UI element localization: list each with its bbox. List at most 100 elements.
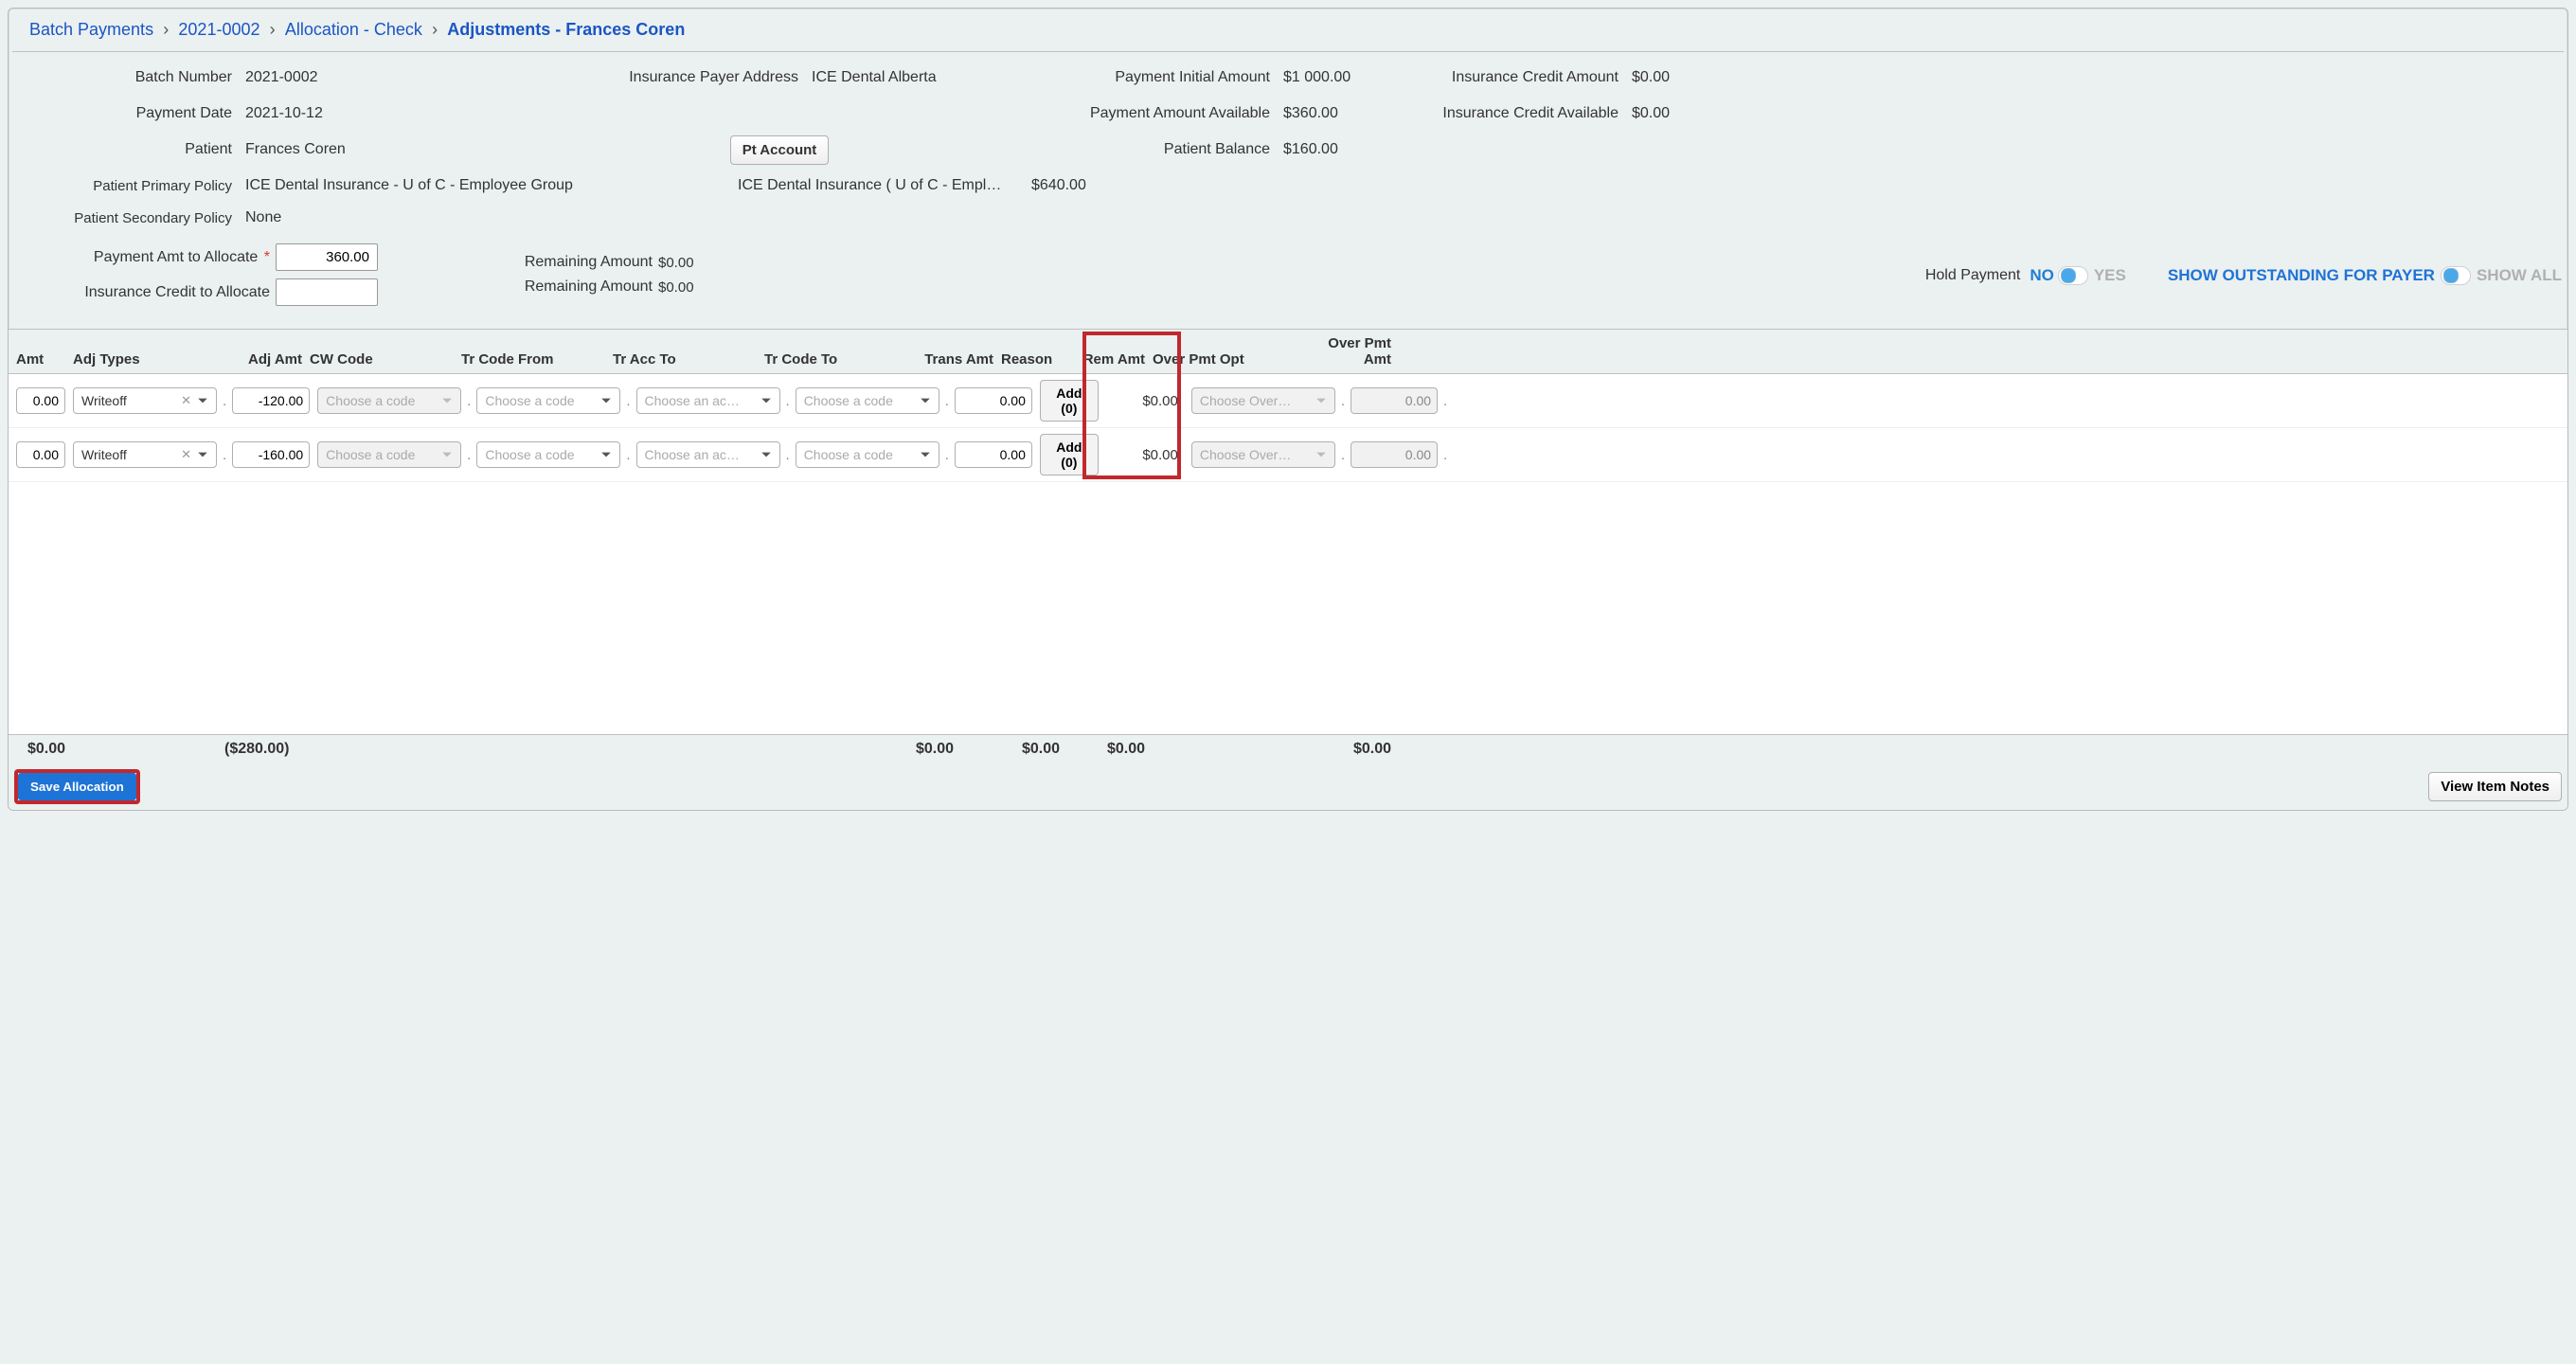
payment-amt-allocate-input[interactable] xyxy=(276,243,378,271)
hold-payment-toggle[interactable]: Hold Payment NO YES xyxy=(1925,266,2130,285)
credit-available-label: Insurance Credit Available xyxy=(1401,105,1632,122)
initial-amount-value: $1 000.00 xyxy=(1283,69,1351,86)
breadcrumb-sep: › xyxy=(163,20,169,39)
credit-available-value: $0.00 xyxy=(1632,105,1670,122)
primary-policy-value: ICE Dental Insurance - U of C - Employee… xyxy=(245,177,719,194)
tr-code-to-select[interactable]: Choose a code xyxy=(796,387,939,414)
policy-block: Patient Primary Policy ICE Dental Insura… xyxy=(9,166,2567,234)
table-row: Writeoff✕.Choose a code.Choose a code.Ch… xyxy=(9,374,2567,428)
adj-amt-input[interactable] xyxy=(232,387,310,414)
col-tr-code-from: Tr Code From xyxy=(457,351,609,368)
tr-code-from-select[interactable]: Choose a code xyxy=(476,441,620,468)
over-pmt-amt-input xyxy=(1351,441,1438,468)
remaining-amount-1-value: $0.00 xyxy=(658,255,694,271)
tr-acc-to-select[interactable]: Choose an ac… xyxy=(636,387,780,414)
adj-type-select[interactable]: Writeoff✕ xyxy=(73,387,217,414)
add-reason-button[interactable]: Add (0) xyxy=(1040,434,1099,476)
over-pmt-opt-select[interactable]: Choose Over… xyxy=(1191,441,1335,468)
trans-amt-input[interactable] xyxy=(955,441,1032,468)
pt-account-button[interactable]: Pt Account xyxy=(730,135,830,165)
amt-input[interactable] xyxy=(16,441,65,468)
payment-amt-allocate-label: Payment Amt to Allocate * xyxy=(14,249,276,266)
breadcrumb: Batch Payments › 2021-0002 › Allocation … xyxy=(12,9,2564,52)
over-pmt-opt-select[interactable]: Choose Over… xyxy=(1191,387,1335,414)
secondary-policy-label: Patient Secondary Policy xyxy=(14,210,245,226)
breadcrumb-allocation[interactable]: Allocation - Check xyxy=(285,20,422,39)
over-pmt-amt-input xyxy=(1351,387,1438,414)
payment-date-label: Payment Date xyxy=(14,105,245,122)
credit-amount-label: Insurance Credit Amount xyxy=(1401,69,1632,86)
total-amt: $0.00 xyxy=(12,741,69,758)
table-row: Writeoff✕.Choose a code.Choose a code.Ch… xyxy=(9,428,2567,482)
col-tr-code-to: Tr Code To xyxy=(760,351,912,368)
hold-no-label: NO xyxy=(2030,266,2054,285)
breadcrumb-batch-payments[interactable]: Batch Payments xyxy=(29,20,153,39)
payment-date-value: 2021-10-12 xyxy=(245,105,323,122)
patient-balance-value: $160.00 xyxy=(1283,141,1338,158)
show-all-label: SHOW ALL xyxy=(2477,266,2562,285)
total-rem-amt: $0.00 xyxy=(1064,741,1149,758)
ice-policy-value: $640.00 xyxy=(1031,177,1086,194)
cw-code-select[interactable]: Choose a code xyxy=(317,387,461,414)
col-reason: Reason xyxy=(997,351,1064,368)
rem-amt-value: $0.00 xyxy=(1102,393,1188,409)
batch-number-value: 2021-0002 xyxy=(245,69,318,86)
col-amt: Amt xyxy=(12,351,69,368)
breadcrumb-sep: › xyxy=(270,20,276,39)
remaining-amount-1-label: Remaining Amount xyxy=(492,254,658,271)
breadcrumb-sep: › xyxy=(432,20,438,39)
add-reason-button[interactable]: Add (0) xyxy=(1040,380,1099,422)
insurance-credit-allocate-label: Insurance Credit to Allocate xyxy=(14,284,276,301)
initial-amount-label: Payment Initial Amount xyxy=(1052,69,1283,86)
show-outstanding-toggle[interactable]: SHOW OUTSTANDING FOR PAYER SHOW ALL xyxy=(2168,266,2562,285)
window: Batch Payments › 2021-0002 › Allocation … xyxy=(8,8,2568,811)
trans-amt-input[interactable] xyxy=(955,387,1032,414)
view-item-notes-button[interactable]: View Item Notes xyxy=(2428,772,2562,801)
col-trans-amt: Trans Amt xyxy=(912,351,997,368)
tr-acc-to-select[interactable]: Choose an ac… xyxy=(636,441,780,468)
payer-address-label: Insurance Payer Address xyxy=(514,69,812,86)
insurance-credit-allocate-input[interactable] xyxy=(276,278,378,306)
primary-policy-label: Patient Primary Policy xyxy=(14,178,245,194)
adjustments-grid: Amt Adj Types Adj Amt CW Code Tr Code Fr… xyxy=(9,329,2567,763)
total-reason: $0.00 xyxy=(997,741,1064,758)
summary-grid: Batch Number2021-0002 Insurance Payer Ad… xyxy=(9,52,2567,166)
col-rem-amt: Rem Amt xyxy=(1064,351,1149,368)
clear-icon[interactable]: ✕ xyxy=(181,447,191,462)
total-trans-amt: $0.00 xyxy=(912,741,997,758)
grid-header: Amt Adj Types Adj Amt CW Code Tr Code Fr… xyxy=(9,330,2567,374)
credit-amount-value: $0.00 xyxy=(1632,69,1670,86)
hold-payment-label: Hold Payment xyxy=(1925,267,2021,284)
total-over-amt: $0.00 xyxy=(1300,741,1395,758)
save-allocation-button[interactable]: Save Allocation xyxy=(18,773,136,800)
secondary-policy-value: None xyxy=(245,209,281,226)
adj-amt-input[interactable] xyxy=(232,441,310,468)
adj-type-select[interactable]: Writeoff✕ xyxy=(73,441,217,468)
breadcrumb-current: Adjustments - Frances Coren xyxy=(447,20,685,39)
patient-balance-label: Patient Balance xyxy=(1052,141,1283,158)
allocation-inputs: Payment Amt to Allocate * Insurance Cred… xyxy=(9,234,2567,329)
footer: Save Allocation View Item Notes xyxy=(9,763,2567,810)
remaining-amount-2-value: $0.00 xyxy=(658,279,694,296)
ice-policy-label: ICE Dental Insurance ( U of C - Empl… xyxy=(738,177,1031,194)
total-adj-amt: ($280.00) xyxy=(221,741,363,758)
save-highlight: Save Allocation xyxy=(14,769,140,804)
clear-icon[interactable]: ✕ xyxy=(181,393,191,408)
batch-number-label: Batch Number xyxy=(14,69,245,86)
totals-row: $0.00 ($280.00) $0.00 $0.00 $0.00 $0.00 xyxy=(9,734,2567,763)
tr-code-from-select[interactable]: Choose a code xyxy=(476,387,620,414)
rem-amt-value: $0.00 xyxy=(1102,447,1188,463)
amount-available-label: Payment Amount Available xyxy=(1052,105,1283,122)
show-outstanding-label: SHOW OUTSTANDING FOR PAYER xyxy=(2168,266,2435,285)
payer-address-value: ICE Dental Alberta xyxy=(812,69,937,86)
patient-value: Frances Coren xyxy=(245,141,346,158)
hold-yes-label: YES xyxy=(2094,266,2126,285)
cw-code-select[interactable]: Choose a code xyxy=(317,441,461,468)
tr-code-to-select[interactable]: Choose a code xyxy=(796,441,939,468)
amt-input[interactable] xyxy=(16,387,65,414)
col-over-pmt-opt: Over Pmt Opt xyxy=(1149,351,1300,368)
breadcrumb-batch-id[interactable]: 2021-0002 xyxy=(178,20,259,39)
col-adj-amt: Adj Amt xyxy=(221,351,306,368)
grid-body: Writeoff✕.Choose a code.Choose a code.Ch… xyxy=(9,374,2567,734)
col-tr-acc-to: Tr Acc To xyxy=(609,351,760,368)
